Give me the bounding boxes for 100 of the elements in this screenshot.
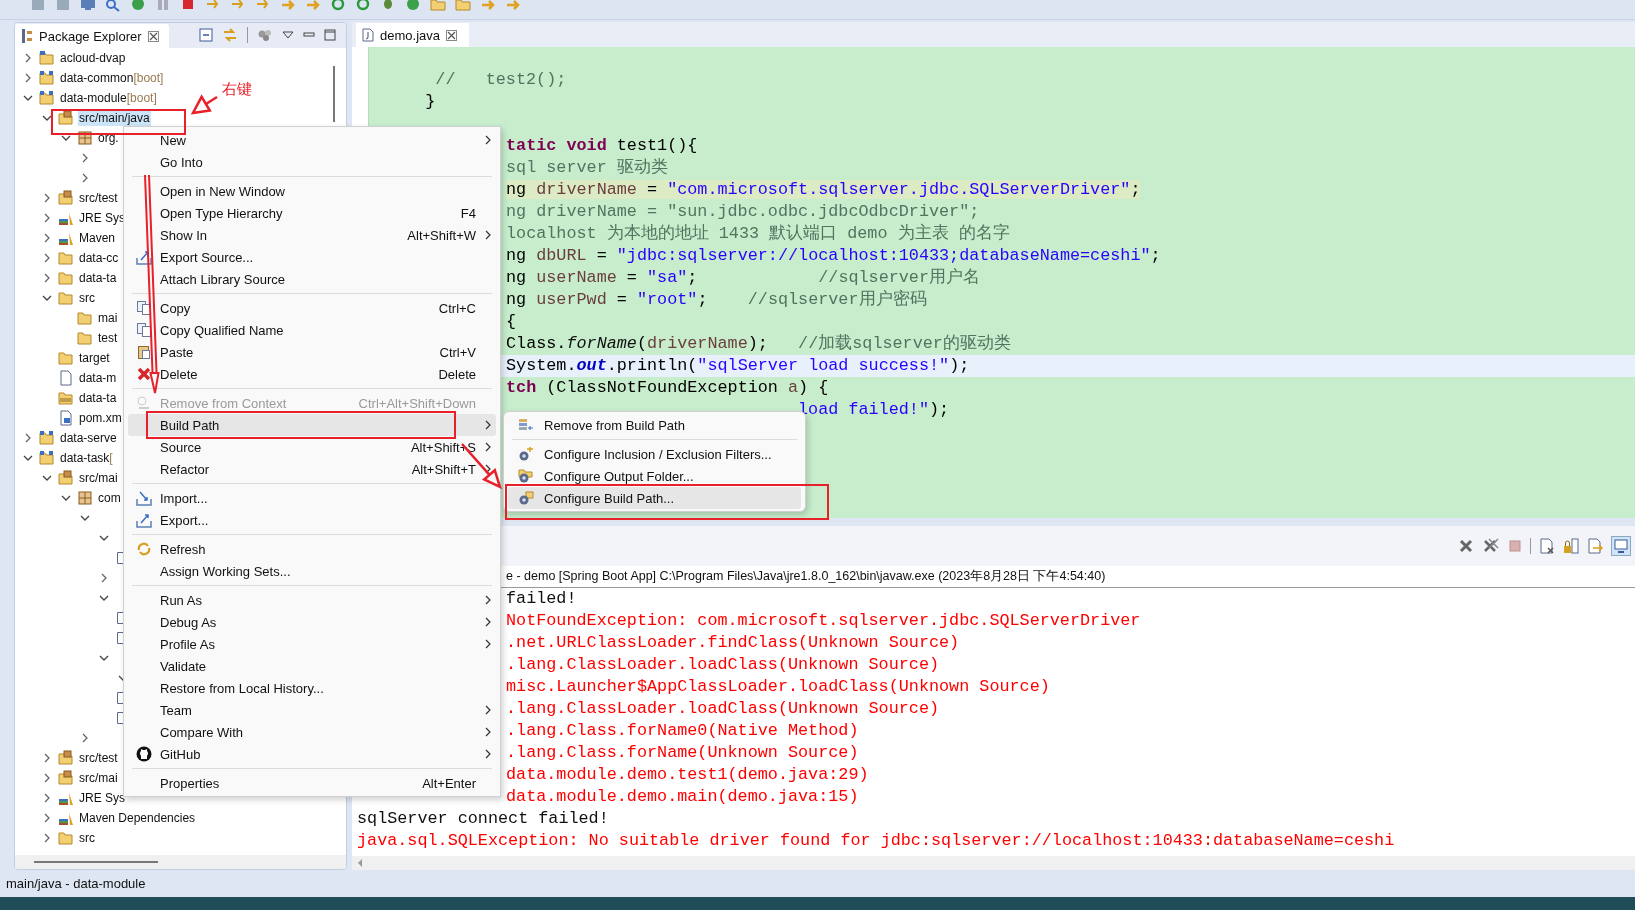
monitor-icon[interactable] — [1611, 536, 1631, 556]
tree-item[interactable]: JRE Sys — [78, 790, 126, 806]
menu-item[interactable]: Open in New Window — [128, 180, 496, 202]
tree-item[interactable]: data-ta — [78, 390, 118, 406]
code-line: localhost 为本地的地址 1433 默认端口 demo 为主表 的名字 — [506, 224, 1010, 243]
document-arrow-icon[interactable] — [1587, 538, 1603, 554]
close-icon[interactable] — [1458, 538, 1474, 554]
code-line: { — [506, 312, 517, 331]
tree-item[interactable]: src — [78, 290, 96, 306]
editor-tab[interactable]: demo.java — [356, 23, 469, 47]
run-icon[interactable] — [405, 0, 421, 12]
menu-item[interactable]: GitHub — [128, 743, 496, 765]
menu-item[interactable]: Team — [128, 699, 496, 721]
status-text: main/java - data-module — [6, 876, 146, 891]
console-line: .lang.Class.forName0(Native Method) — [506, 720, 859, 742]
tree-item[interactable]: acloud-dvap — [59, 50, 127, 66]
tree-item[interactable]: Maven — [78, 230, 117, 246]
tree-item[interactable]: src/test — [78, 750, 119, 766]
file-icon — [362, 28, 374, 42]
annotation-label: 右键 — [222, 80, 252, 99]
lock-icon[interactable] — [1563, 538, 1579, 554]
menu-item[interactable]: Debug As — [128, 611, 496, 633]
menu-item[interactable]: Refresh — [128, 538, 496, 560]
code-line: tatic void test1(){ — [506, 136, 698, 155]
menu-item[interactable]: Open Type Hierarchy F4 — [128, 202, 496, 224]
stop-icon[interactable] — [180, 0, 196, 12]
code-line: System.out.println("sqlServer load success!"); — [506, 356, 970, 375]
menu-item[interactable]: Configure Output Folder... — [508, 465, 801, 487]
menu-item[interactable]: Properties Alt+Enter — [128, 772, 496, 794]
collapse-all-icon[interactable] — [199, 28, 213, 42]
menu-item[interactable]: Export... — [128, 509, 496, 531]
tree-item[interactable]: data-common[boot] — [59, 70, 165, 86]
scrollbar[interactable] — [15, 855, 346, 869]
tree-item[interactable]: data-ta — [78, 270, 118, 286]
menu-item[interactable]: Import... — [128, 487, 496, 509]
tree-item[interactable]: org. — [97, 130, 120, 146]
tree-item[interactable]: src — [78, 830, 96, 846]
tree-item[interactable]: src/mai — [78, 470, 119, 486]
scrollbar[interactable] — [352, 856, 1635, 870]
tree-item[interactable]: target — [78, 350, 111, 366]
tree-item[interactable]: data-serve — [59, 430, 118, 446]
tree-item[interactable]: src/test — [78, 190, 119, 206]
console-line: .lang.Class.forName(Unknown Source) — [506, 742, 859, 764]
tree-item[interactable]: test — [97, 330, 119, 346]
menu-item[interactable]: Configure Inclusion / Exclusion Filters... — [508, 443, 801, 465]
code-line: ng driverName = "sun.jdbc.odbc.jdbcOdbcDriver"; — [506, 202, 980, 221]
tree-item[interactable]: data-m — [78, 370, 118, 386]
menu-item[interactable]: Configure Build Path... — [508, 487, 801, 509]
menu-item[interactable]: Show In Alt+Shift+W — [128, 224, 496, 246]
filter-icon[interactable] — [257, 28, 273, 42]
tree-item[interactable]: src/mai — [78, 770, 119, 786]
console-line: data.module.demo.test1(demo.java:29) — [506, 764, 869, 786]
console-line: .lang.ClassLoader.loadClass(Unknown Source) — [506, 654, 940, 676]
console-line: misc.Launcher$AppClassLoader.loadClass(Unknown Source) — [506, 676, 1050, 698]
tree-item[interactable]: Maven Dependencies — [78, 810, 197, 826]
view-title: Package Explorer — [39, 28, 142, 44]
menu-item[interactable]: Build Path — [128, 414, 496, 436]
console-line: .lang.ClassLoader.loadClass(Unknown Source) — [506, 698, 940, 720]
search-icon[interactable] — [105, 0, 121, 12]
menu-item[interactable]: Copy Qualified Name — [128, 319, 496, 341]
remove-all-icon[interactable] — [1482, 538, 1500, 554]
menu-item[interactable]: Run As — [128, 589, 496, 611]
menu-item[interactable]: Copy Ctrl+C — [128, 297, 496, 319]
code-line: ng userName = "sa"; //sqlserver用户名 — [506, 268, 980, 287]
view-menu-icon[interactable] — [282, 31, 294, 39]
menu-item[interactable]: Profile As — [128, 633, 496, 655]
tree-icon — [21, 29, 33, 43]
code-line: tch (ClassNotFoundException a) { — [506, 378, 829, 397]
console-line: sqlServer connect failed! — [357, 808, 609, 830]
maximize-icon[interactable] — [324, 29, 336, 41]
tree-item[interactable]: data-module[boot] — [59, 90, 158, 106]
run-icon[interactable] — [130, 0, 146, 12]
menu-item[interactable]: Delete Delete — [128, 363, 496, 385]
code-line: // test2(); — [434, 70, 567, 89]
tree-item[interactable]: data-cc — [78, 250, 120, 266]
menu-item[interactable]: Refactor Alt+Shift+T — [128, 458, 496, 480]
close-icon[interactable] — [446, 29, 457, 41]
view-tab[interactable]: Package Explorer — [15, 24, 169, 48]
document-icon[interactable] — [1539, 538, 1555, 554]
menu-item[interactable]: New — [128, 129, 496, 151]
menu-item[interactable]: Compare With — [128, 721, 496, 743]
menu-item[interactable]: Paste Ctrl+V — [128, 341, 496, 363]
tree-item[interactable]: data-task[ — [59, 450, 114, 466]
menu-item[interactable]: Validate — [128, 655, 496, 677]
tree-item[interactable]: com — [97, 490, 122, 506]
console-line: java.sql.SQLException: No suitable driver found for jdbc:sqlserver://localhost:10433:databaseName=ceshi — [357, 830, 1395, 852]
code-line: } — [424, 92, 436, 111]
close-icon[interactable] — [147, 30, 159, 42]
console-line: .net.URLClassLoader.findClass(Unknown Source) — [506, 632, 960, 654]
code-line: ng userPwd = "root"; //sqlserver用户密码 — [506, 290, 927, 309]
console-line: NotFoundException: com.microsoft.sqlserver.jdbc.SQLServerDriver — [506, 610, 1141, 632]
arrow — [190, 94, 218, 115]
scrollbar[interactable] — [333, 66, 335, 122]
menu-item[interactable]: Attach Library Source — [128, 268, 496, 290]
menu-item[interactable]: Restore from Local History... — [128, 677, 496, 699]
monitor-icon[interactable] — [80, 0, 96, 12]
menu-item[interactable]: Go Into — [128, 151, 496, 173]
menu-item[interactable]: Export Source... — [128, 246, 496, 268]
tree-item[interactable]: pom.xm — [78, 410, 123, 426]
tree-item[interactable]: mai — [97, 310, 119, 326]
